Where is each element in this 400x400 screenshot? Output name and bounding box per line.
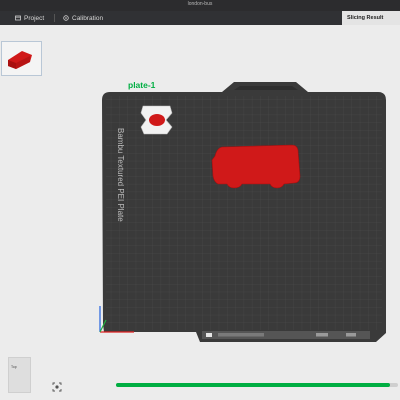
strip-indicator [206,333,212,337]
preview-card[interactable]: Top [8,357,31,393]
build-plate-scene: Bambu Textured PEI Plate [99,82,386,342]
preview-title: Top [11,365,17,369]
slicing-progress-bar [116,383,398,387]
bus-model [211,144,301,189]
slicing-progress-fill [116,383,390,387]
view-icon [52,382,62,392]
view-button[interactable] [51,380,63,392]
bed-name-label: Bambu Textured PEI Plate [116,128,125,222]
